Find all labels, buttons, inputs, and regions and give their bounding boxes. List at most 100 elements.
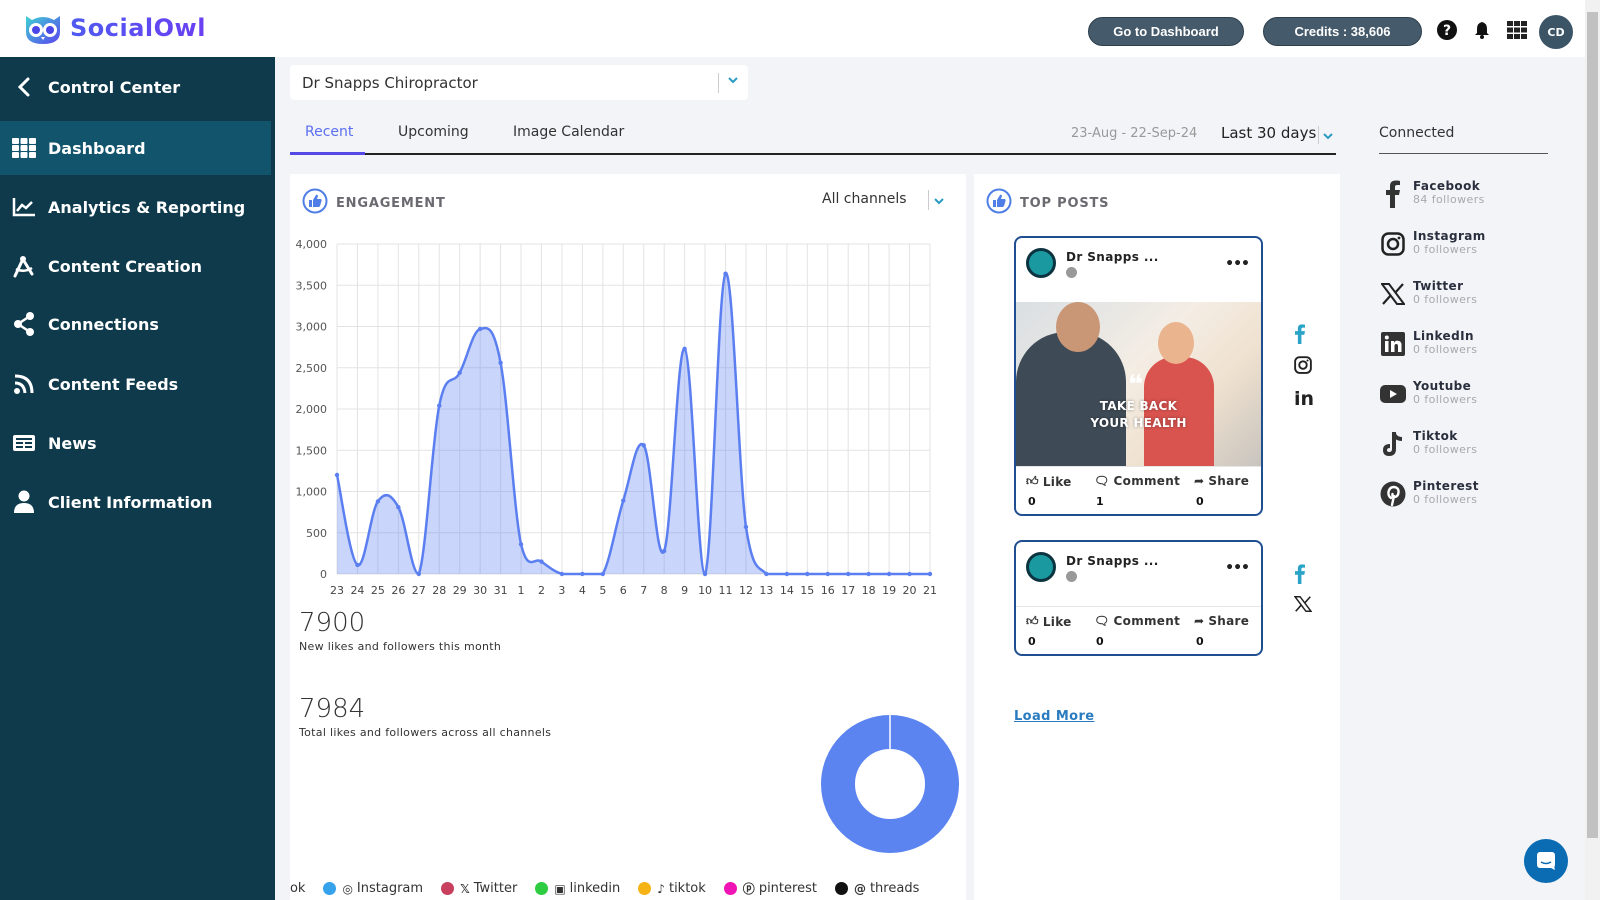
data-point — [539, 559, 544, 564]
x-tick-label: 21 — [923, 584, 937, 597]
date-range-select[interactable]: Last 30 days — [1221, 124, 1316, 142]
connected-item-facebook[interactable]: Facebook 84 followers — [1379, 178, 1549, 218]
facebook-icon — [1294, 324, 1314, 356]
comment-button[interactable]: 🗨︎ Comment — [1094, 474, 1180, 488]
post-channels: in — [1294, 324, 1314, 420]
post-card[interactable]: Dr Snapps ... ••• ❝ TAKE BACK YOUR HEALT… — [1014, 236, 1263, 516]
like-label: Like — [1042, 474, 1072, 489]
sidebar-item-label: Dashboard — [48, 138, 146, 158]
sidebar-back-control-center[interactable]: Control Center — [0, 60, 271, 114]
legend-label: ook — [290, 881, 306, 896]
tiktok-icon: ♪ — [657, 881, 665, 896]
page-scrollbar[interactable] — [1585, 0, 1600, 900]
legend-item[interactable]: ♪ tiktok — [638, 881, 706, 896]
logo[interactable]: SocialOwl — [22, 10, 206, 46]
connected-item-twitter[interactable]: Twitter 0 followers — [1379, 278, 1549, 318]
sidebar-item-content-creation[interactable]: Content Creation — [0, 239, 271, 293]
connected-name: Facebook — [1413, 179, 1481, 193]
data-point — [375, 499, 381, 504]
total-likes-count: 7984 — [299, 694, 366, 724]
sidebar-item-label: Connections — [48, 314, 159, 334]
like-button[interactable]: 👍︎ Like — [1026, 474, 1072, 489]
sidebar-item-analytics[interactable]: Analytics & Reporting — [0, 180, 271, 234]
data-point — [886, 571, 892, 577]
channel-filter-select[interactable]: All channels — [822, 191, 907, 207]
chevron-down-icon[interactable] — [1321, 128, 1335, 147]
post-card[interactable]: Dr Snapps ... ••• 👍︎ Like 🗨︎ Comment ➦ Shar… — [1014, 540, 1263, 656]
x-tick-label: 16 — [821, 584, 835, 597]
data-point — [518, 542, 524, 547]
legend-item[interactable]: @ threads — [834, 881, 920, 896]
data-point — [355, 562, 360, 568]
y-tick-label: 2,500 — [296, 362, 328, 375]
tab-image-calendar[interactable]: Image Calendar — [513, 124, 624, 140]
data-point — [723, 271, 728, 276]
comment-icon: 🗨︎ — [1094, 614, 1110, 628]
connected-item-pinterest[interactable]: Pinterest 0 followers — [1379, 478, 1549, 518]
data-point — [825, 571, 830, 577]
top-bar: SocialOwl Go to Dashboard Credits : 38,6… — [0, 0, 1585, 57]
tab-upcoming[interactable]: Upcoming — [398, 124, 469, 140]
legend-item[interactable]: ▣ linkedin — [535, 881, 620, 896]
connected-item-tiktok[interactable]: Tiktok 0 followers — [1379, 428, 1549, 468]
sidebar-item-connections[interactable]: Connections — [0, 297, 271, 351]
scrollbar-thumb[interactable] — [1587, 12, 1598, 838]
share-button[interactable]: ➦ Share — [1194, 614, 1249, 628]
client-select[interactable]: Dr Snapps Chiropractor — [290, 65, 748, 100]
x-tick-label: 14 — [780, 584, 794, 597]
connected-followers: 84 followers — [1413, 193, 1485, 206]
facebook-icon — [1379, 180, 1407, 208]
load-more-link[interactable]: Load More — [1014, 709, 1095, 724]
apps-grid-icon[interactable] — [1505, 18, 1529, 42]
x-tick-label: 6 — [620, 584, 627, 597]
top-posts-header: TOP POSTS — [986, 188, 1109, 218]
total-likes-label: Total likes and followers across all cha… — [299, 726, 552, 739]
share-label: Share — [1208, 614, 1250, 628]
connected-item-instagram[interactable]: Instagram 0 followers — [1379, 228, 1549, 268]
connected-name: LinkedIn — [1413, 329, 1474, 343]
quote-icon: ❝ — [1128, 370, 1144, 400]
connected-item-youtube[interactable]: Youtube 0 followers — [1379, 378, 1549, 418]
chat-support-button[interactable] — [1524, 839, 1568, 883]
legend-item[interactable]: ⓟ pinterest — [723, 880, 817, 897]
share-button[interactable]: ➦ Share — [1194, 474, 1249, 488]
like-label: Like — [1042, 614, 1072, 629]
chevron-down-icon[interactable] — [932, 193, 946, 212]
notifications-bell-icon[interactable] — [1470, 18, 1494, 42]
sidebar-item-news[interactable]: News — [0, 416, 271, 470]
user-avatar[interactable]: CD — [1539, 15, 1573, 49]
like-button[interactable]: 👍︎ Like — [1026, 614, 1072, 629]
x-twitter-icon: 𝕏 — [460, 881, 470, 896]
y-tick-label: 4,000 — [296, 238, 328, 251]
legend-label: threads — [869, 881, 920, 896]
go-to-dashboard-button[interactable]: Go to Dashboard — [1088, 17, 1244, 46]
sidebar-item-content-feeds[interactable]: Content Feeds — [0, 357, 271, 411]
legend-item[interactable]: ook — [290, 881, 305, 896]
sidebar-item-label: Client Information — [48, 492, 213, 512]
tab-recent[interactable]: Recent — [305, 124, 353, 140]
comment-button[interactable]: 🗨︎ Comment — [1094, 614, 1180, 628]
active-tab-indicator — [290, 152, 365, 155]
sidebar-item-dashboard[interactable]: Dashboard — [0, 121, 271, 175]
image-figure — [1056, 302, 1100, 352]
credits-button[interactable]: Credits : 38,606 — [1263, 17, 1422, 46]
x-tick-label: 2 — [538, 584, 545, 597]
sidebar-item-client-information[interactable]: Client Information — [0, 475, 271, 529]
y-tick-label: 2,000 — [296, 403, 328, 416]
help-icon[interactable]: ? — [1435, 18, 1459, 42]
comment-label: Comment — [1113, 614, 1181, 628]
connected-item-linkedin[interactable]: LinkedIn 0 followers — [1379, 328, 1549, 368]
legend-item[interactable]: ◎ Instagram — [323, 881, 423, 896]
more-options-icon[interactable]: ••• — [1225, 560, 1250, 576]
more-options-icon[interactable]: ••• — [1225, 256, 1250, 272]
divider — [928, 190, 929, 210]
thumbs-up-icon — [302, 188, 328, 218]
legend-item[interactable]: 𝕏 Twitter — [441, 881, 517, 896]
x-tick-label: 5 — [599, 584, 606, 597]
x-tick-label: 25 — [371, 584, 385, 597]
y-tick-label: 1,500 — [296, 444, 328, 457]
caption-line: YOUR HEALTH — [1090, 416, 1187, 430]
legend-color-dot — [441, 882, 455, 895]
brand-name: SocialOwl — [70, 14, 206, 42]
post-channels — [1293, 564, 1313, 628]
